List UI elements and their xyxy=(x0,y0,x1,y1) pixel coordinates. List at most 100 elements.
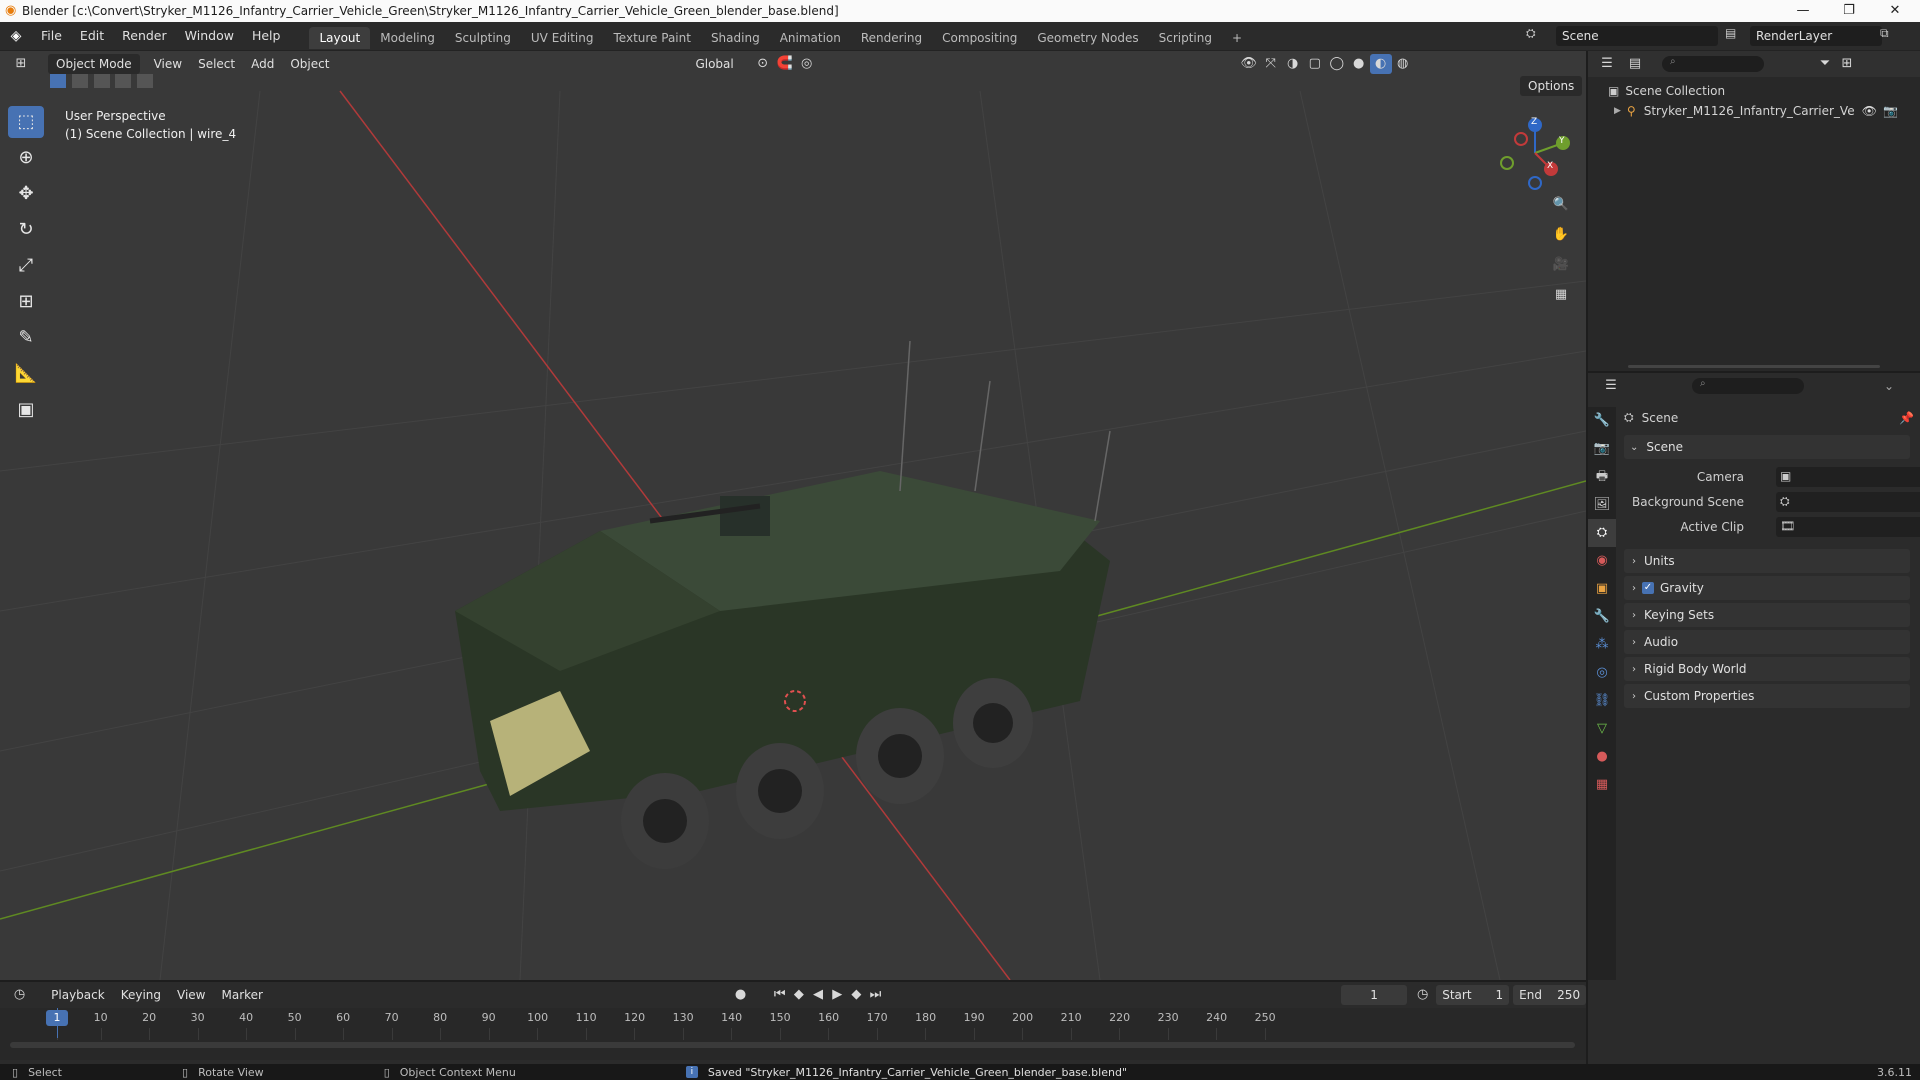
minimize-button[interactable]: — xyxy=(1780,0,1826,22)
rendered-shading-icon[interactable]: ◍ xyxy=(1392,54,1414,74)
pan-hand-icon[interactable]: ✋ xyxy=(1550,225,1572,245)
scene-selector[interactable]: Scene xyxy=(1556,26,1718,46)
perspective-grid-icon[interactable]: ▦ xyxy=(1550,285,1572,305)
audio-panel-header[interactable]: › Audio xyxy=(1624,630,1910,654)
clock-icon[interactable]: ◷ xyxy=(1413,985,1432,1005)
world-tab-icon[interactable]: ◉ xyxy=(1588,547,1616,575)
transform-tool-icon[interactable]: ⊞ xyxy=(8,286,44,318)
view-layer-tab-icon[interactable]: 🖼 xyxy=(1588,491,1616,519)
timeline-track-area[interactable]: 1102030405060708090100110120130140150160… xyxy=(0,1008,1586,1060)
material-tab-icon[interactable]: ● xyxy=(1588,743,1616,771)
close-button[interactable]: ✕ xyxy=(1872,0,1918,22)
scene-panel-header[interactable]: ⌄ Scene xyxy=(1624,435,1910,459)
blender-menu-icon[interactable]: ◈ xyxy=(0,28,32,44)
keying-sets-panel-header[interactable]: › Keying Sets xyxy=(1624,603,1910,627)
play-reverse-icon[interactable]: ◀ xyxy=(808,985,827,1005)
tab-modeling[interactable]: Modeling xyxy=(370,27,445,49)
xray-icon[interactable]: ▢ xyxy=(1304,54,1326,74)
tab-compositing[interactable]: Compositing xyxy=(932,27,1027,49)
tab-sculpting[interactable]: Sculpting xyxy=(445,27,521,49)
prev-keyframe-icon[interactable]: ◆ xyxy=(789,985,808,1005)
3d-viewport[interactable]: ⊞ Object Mode View Select Add Object Glo… xyxy=(0,51,1586,980)
outliner-row-object[interactable]: ▶ ⚲ Stryker_M1126_Infantry_Carrier_Vehic… xyxy=(1614,104,1914,118)
timeline-editor-type-icon[interactable]: ◷ xyxy=(10,985,29,1005)
annotate-tool-icon[interactable]: ✎ xyxy=(8,322,44,354)
jump-start-icon[interactable]: ⏮ xyxy=(770,985,789,1005)
new-collection-icon[interactable]: ⊞ xyxy=(1836,54,1858,74)
maximize-button[interactable]: ❐ xyxy=(1826,0,1872,22)
playhead-frame-label[interactable]: 1 xyxy=(46,1010,68,1026)
gravity-checkbox[interactable]: ✓ xyxy=(1642,582,1654,594)
physics-tab-icon[interactable]: ◎ xyxy=(1588,659,1616,687)
measure-tool-icon[interactable]: 📐 xyxy=(8,358,44,390)
outliner-scrollbar[interactable] xyxy=(1628,365,1880,368)
gizmo-toggle-icon[interactable]: ⤧ xyxy=(1260,54,1282,74)
expand-arrow-icon[interactable]: ▶ xyxy=(1614,106,1621,116)
tab-layout[interactable]: Layout xyxy=(309,26,371,49)
playback-menu[interactable]: Playback xyxy=(43,985,113,1005)
properties-options-icon[interactable]: ⌄ xyxy=(1884,379,1894,393)
keying-menu[interactable]: Keying xyxy=(113,985,169,1005)
output-tab-icon[interactable]: 🖶 xyxy=(1588,463,1616,491)
select-mode-subtract-icon[interactable] xyxy=(93,74,110,88)
select-mode-extend-icon[interactable] xyxy=(71,74,88,88)
tab-shading[interactable]: Shading xyxy=(701,27,770,49)
visibility-icon[interactable]: 👁 xyxy=(1238,54,1260,74)
tab-scripting[interactable]: Scripting xyxy=(1149,27,1222,49)
tab-uv-editing[interactable]: UV Editing xyxy=(521,27,604,49)
rotate-tool-icon[interactable]: ↻ xyxy=(8,214,44,246)
tab-animation[interactable]: Animation xyxy=(770,27,851,49)
constraints-tab-icon[interactable]: ⛓ xyxy=(1588,687,1616,715)
proportional-edit-icon[interactable]: ◎ xyxy=(796,54,818,74)
current-frame-field[interactable]: 1 xyxy=(1341,985,1408,1005)
select-mode-difference-icon[interactable] xyxy=(115,74,132,88)
outliner-editor-type-icon[interactable]: ☰ xyxy=(1596,54,1618,74)
move-tool-icon[interactable]: ✥ xyxy=(8,178,44,210)
active-clip-field[interactable]: 🎞 xyxy=(1776,517,1920,537)
start-frame-field[interactable]: Start 1 xyxy=(1436,985,1510,1005)
object-tab-icon[interactable]: ▣ xyxy=(1588,575,1616,603)
data-tab-icon[interactable]: ▽ xyxy=(1588,715,1616,743)
end-frame-field[interactable]: End 250 xyxy=(1513,985,1587,1005)
menu-edit[interactable]: Edit xyxy=(71,22,113,50)
scene-tab-icon[interactable]: ⛭ xyxy=(1588,519,1616,547)
pin-icon[interactable]: 📌 xyxy=(1899,411,1914,425)
menu-file[interactable]: File xyxy=(32,22,71,50)
scale-tool-icon[interactable]: ⤢ xyxy=(8,250,44,282)
solid-shading-icon[interactable]: ● xyxy=(1348,54,1370,74)
properties-search-input[interactable]: ⌕ xyxy=(1692,378,1804,394)
cursor-tool-icon[interactable]: ⊕ xyxy=(8,142,44,174)
texture-tab-icon[interactable]: ▦ xyxy=(1588,771,1616,799)
object-mode-dropdown[interactable]: Object Mode xyxy=(48,54,140,74)
filter-icon[interactable]: ⏷ xyxy=(1814,54,1836,74)
add-cube-tool-icon[interactable]: ▣ xyxy=(8,394,44,426)
tool-tab-icon[interactable]: 🔧 xyxy=(1588,407,1616,435)
timeline-scrollbar[interactable] xyxy=(10,1042,1575,1048)
editor-type-icon[interactable]: ⊞ xyxy=(10,54,32,74)
marker-menu[interactable]: Marker xyxy=(214,985,271,1005)
snap-icon[interactable]: 🧲 xyxy=(774,54,796,74)
tab-texture-paint[interactable]: Texture Paint xyxy=(604,27,701,49)
tab-rendering[interactable]: Rendering xyxy=(851,27,932,49)
add-workspace-button[interactable]: + xyxy=(1222,27,1252,49)
play-icon[interactable]: ▶ xyxy=(828,985,847,1005)
outliner-row-scene-collection[interactable]: ▣ Scene Collection xyxy=(1608,84,1725,98)
custom-properties-panel-header[interactable]: › Custom Properties xyxy=(1624,684,1910,708)
camera-view-icon[interactable]: 🎥 xyxy=(1550,255,1572,275)
rigid-body-world-panel-header[interactable]: › Rigid Body World xyxy=(1624,657,1910,681)
pivot-icon[interactable]: ⊙ xyxy=(752,54,774,74)
select-mode-intersect-icon[interactable] xyxy=(137,74,154,88)
camera-field[interactable]: ▣ ✎ xyxy=(1776,467,1920,487)
eye-visibility-icon[interactable]: 👁 xyxy=(1862,104,1877,118)
modifier-tab-icon[interactable]: 🔧 xyxy=(1588,603,1616,631)
properties-editor-type-icon[interactable]: ☰ xyxy=(1600,376,1622,396)
options-dropdown[interactable]: Options xyxy=(1520,76,1583,96)
outliner-search-input[interactable]: ⌕ xyxy=(1662,56,1764,72)
material-shading-icon[interactable]: ◐ xyxy=(1369,54,1392,74)
zoom-icon[interactable]: 🔍 xyxy=(1550,195,1572,215)
viewport-menu-select[interactable]: Select xyxy=(190,54,243,74)
background-scene-field[interactable]: ⛭ xyxy=(1776,492,1920,512)
jump-end-icon[interactable]: ⏭ xyxy=(866,985,885,1005)
transform-orientation-dropdown[interactable]: Global xyxy=(687,54,741,74)
menu-help[interactable]: Help xyxy=(243,22,290,50)
